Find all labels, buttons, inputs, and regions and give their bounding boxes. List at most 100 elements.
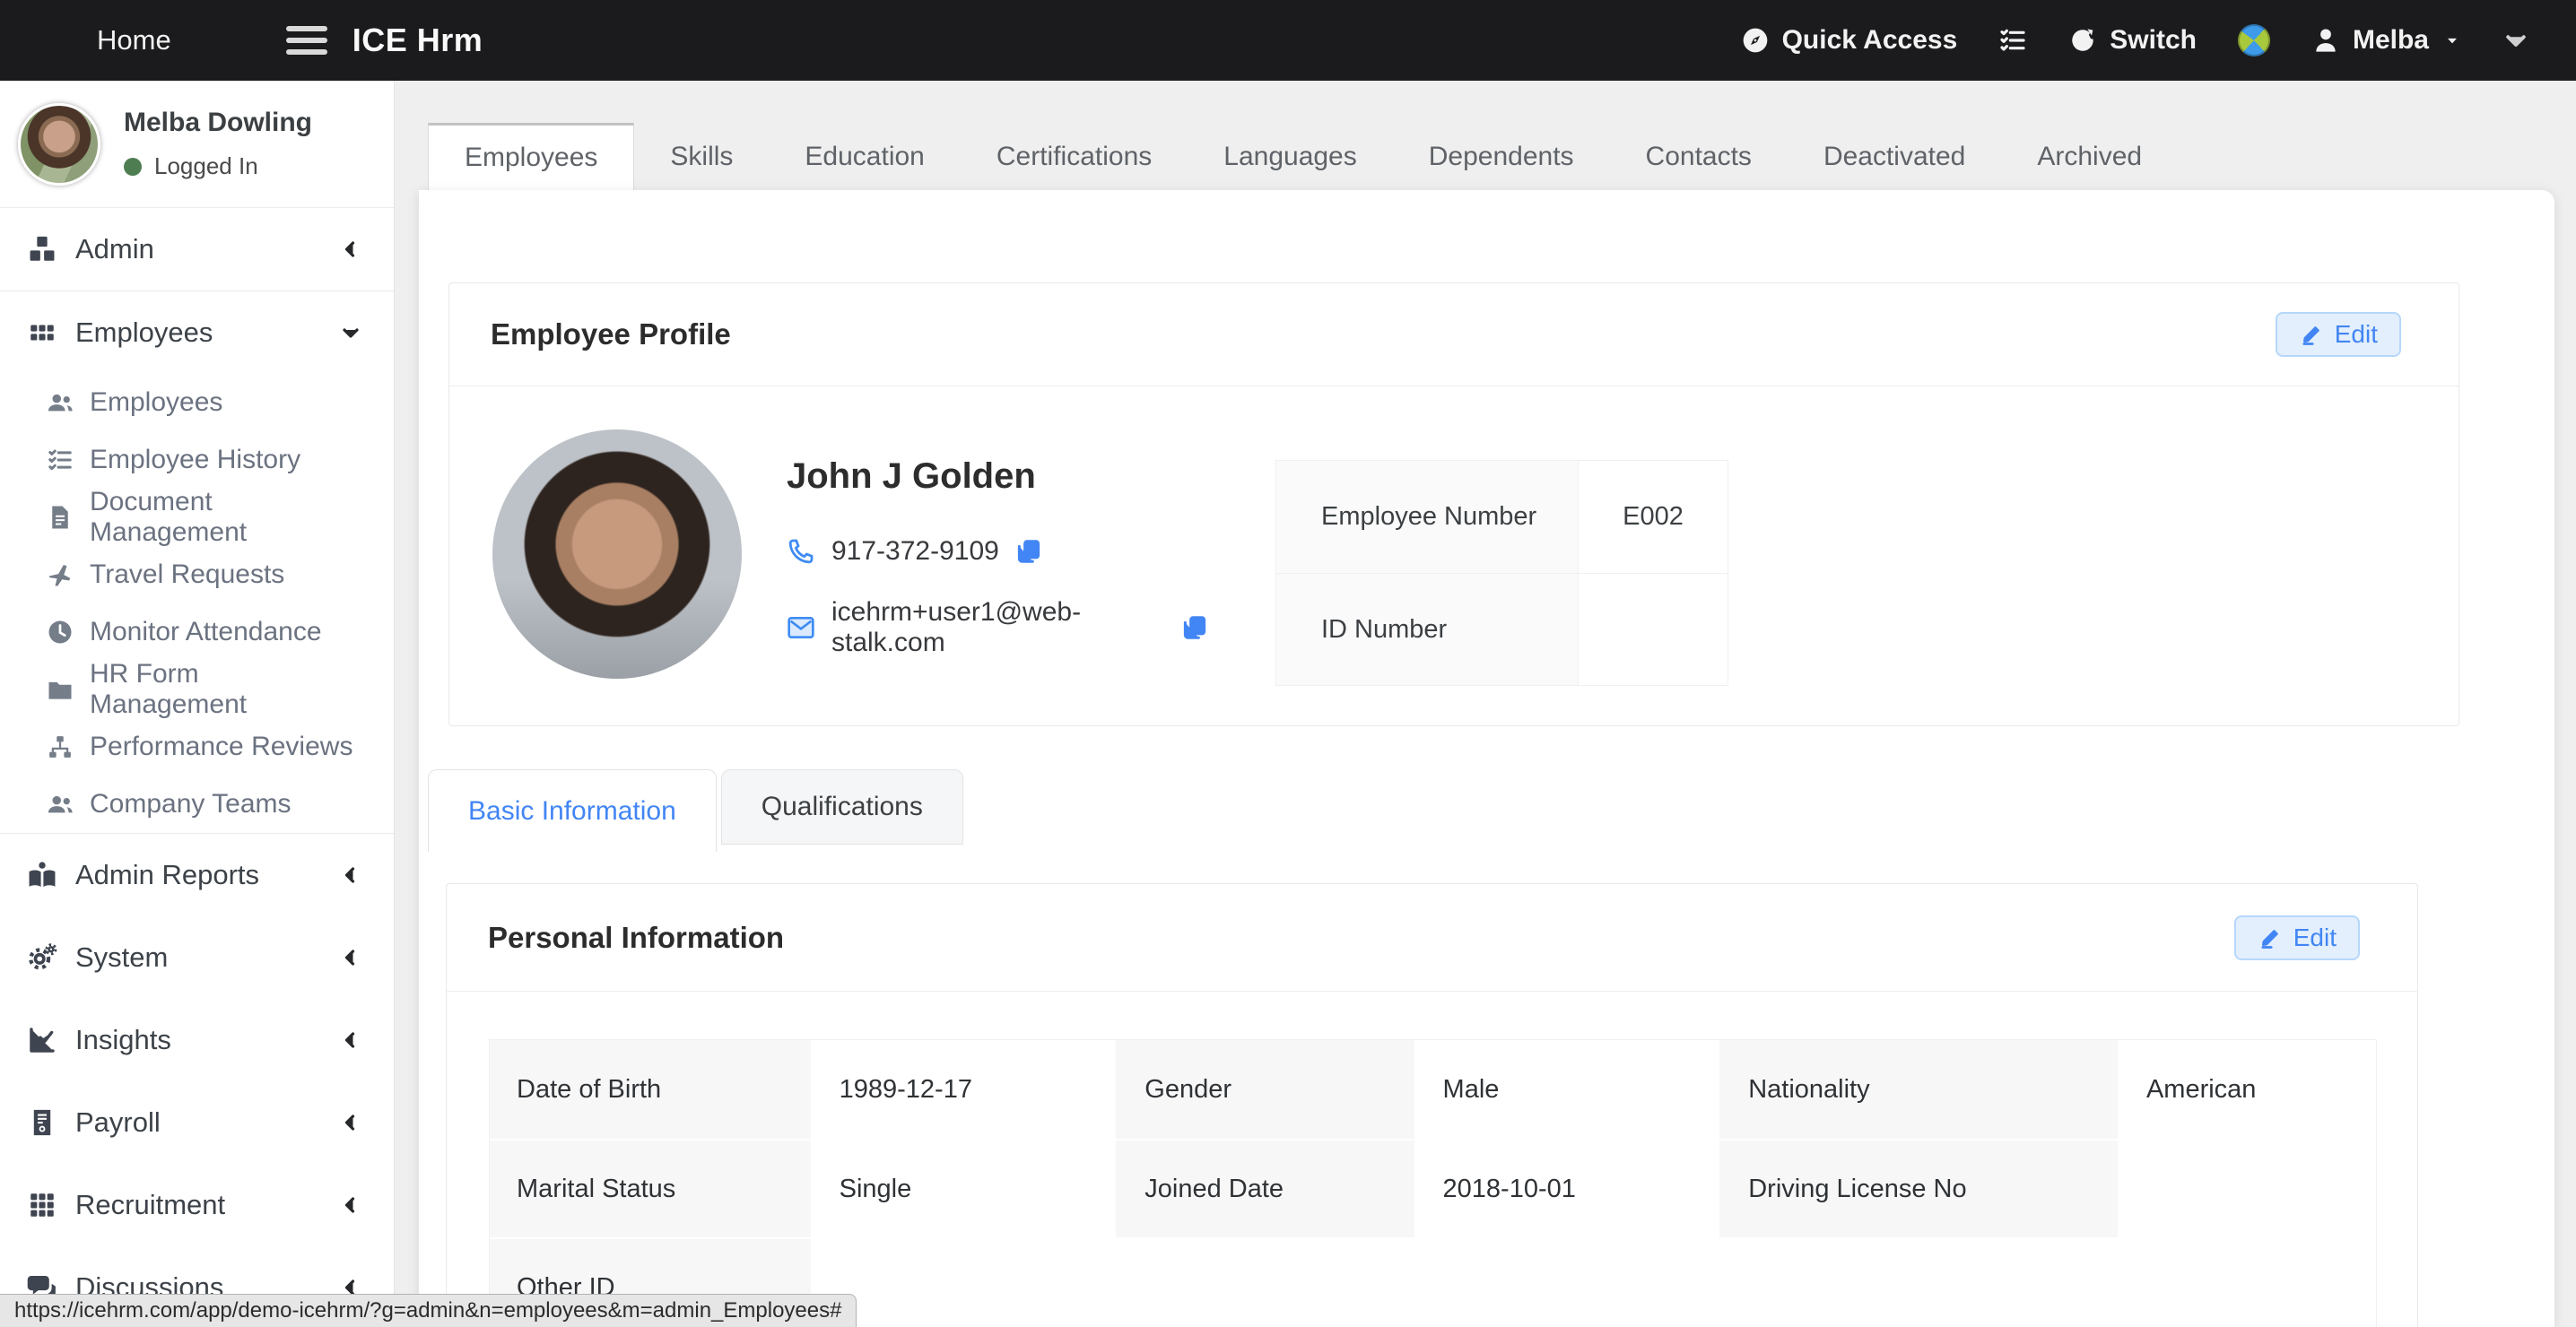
sidebar-user-card: Melba Dowling Logged In <box>0 81 394 208</box>
field-label-nationality: Nationality <box>1721 1040 2119 1139</box>
cubes-icon <box>27 234 57 265</box>
table-row: ID Number <box>1276 573 1727 685</box>
field-value-id-number <box>1579 574 1727 685</box>
tab-deactivated[interactable]: Deactivated <box>1788 123 2001 190</box>
user-menu[interactable]: Melba <box>2311 25 2461 56</box>
sidebar-subitem-document-management[interactable]: Document Management <box>0 489 394 546</box>
phone-icon <box>787 537 815 566</box>
chevron-left-icon <box>340 947 361 968</box>
sidebar-nav: Admin EmployeesEmployees Employee History D… <box>0 208 394 1327</box>
sidebar-subitem-hr-form-management[interactable]: HR Form Management <box>0 661 394 718</box>
sidebar-item-label: Performance Reviews <box>90 732 352 762</box>
sidebar-item-payroll[interactable]: Payroll <box>0 1081 394 1164</box>
copy-icon[interactable] <box>1015 538 1042 565</box>
rotate-icon <box>2068 26 2097 55</box>
tab-dependents[interactable]: Dependents <box>1393 123 1610 190</box>
tasks-button[interactable] <box>1998 26 2027 55</box>
employee-name: John J Golden <box>787 456 1208 497</box>
field-label-driving-license-no: Driving License No <box>1721 1141 2119 1237</box>
profile-edit-label: Edit <box>2335 320 2378 349</box>
field-value-employee-number: E002 <box>1579 461 1727 573</box>
tab-skills[interactable]: Skills <box>634 123 769 190</box>
chevron-down-icon[interactable] <box>2502 27 2529 54</box>
folder-icon <box>47 676 74 703</box>
field-label-joined-date: Joined Date <box>1118 1141 1415 1237</box>
table-row: Employee NumberE002 <box>1276 461 1727 573</box>
home-link[interactable]: Home <box>97 24 171 56</box>
chevron-left-icon <box>340 239 361 260</box>
sidebar: Melba Dowling Logged In AdminEmployeesEm… <box>0 81 395 1327</box>
subtab-basic-information[interactable]: Basic Information <box>428 769 717 852</box>
table-row: Date of Birth1989-12-17GenderMaleNationa… <box>490 1040 2376 1139</box>
switch-button[interactable]: Switch <box>2068 25 2197 56</box>
hamburger-icon[interactable] <box>286 26 327 55</box>
sidebar-item-admin[interactable]: Admin <box>0 208 394 291</box>
field-label-date-of-birth: Date of Birth <box>490 1040 813 1139</box>
profile-edit-button[interactable]: Edit <box>2276 312 2401 357</box>
sidebar-item-label: Company Teams <box>90 789 292 820</box>
sidebar-item-label: Recruitment <box>75 1189 225 1221</box>
topbar-actions: Quick Access Switch Melba <box>1741 24 2576 56</box>
tasks-icon <box>1998 26 2027 55</box>
employee-id-table: Employee NumberE002ID Number <box>1275 460 1728 686</box>
language-globe-icon[interactable] <box>2238 24 2270 56</box>
sidebar-subitem-travel-requests[interactable]: Travel Requests <box>0 546 394 603</box>
sidebar-subitem-employees[interactable]: Employees <box>0 374 394 431</box>
sidebar-item-label: Payroll <box>75 1106 161 1139</box>
chevron-left-icon <box>340 1112 361 1133</box>
compass-icon <box>1741 26 1770 55</box>
sidebar-item-admin-reports[interactable]: Admin Reports <box>0 834 394 916</box>
employee-phone: 917-372-9109 <box>831 536 999 567</box>
tab-certifications[interactable]: Certifications <box>961 123 1188 190</box>
users-icon <box>47 389 74 416</box>
grid-icon <box>27 317 57 348</box>
app-brand: ICE Hrm <box>352 22 483 59</box>
employee-email: icehrm+user1@web-stalk.com <box>831 597 1165 658</box>
personal-info-table: Date of Birth1989-12-17GenderMaleNationa… <box>489 1039 2377 1327</box>
caret-down-icon <box>2443 31 2461 49</box>
field-value-other-id <box>813 1239 2376 1327</box>
personal-edit-label: Edit <box>2293 924 2337 952</box>
sidebar-subitem-employee-history[interactable]: Employee History <box>0 431 394 489</box>
content-panel: Employee Profile Edit John J Golden 917-… <box>419 190 2554 1327</box>
field-label-gender: Gender <box>1118 1040 1415 1139</box>
user-menu-label: Melba <box>2353 25 2429 56</box>
sidebar-item-insights[interactable]: Insights <box>0 999 394 1081</box>
tab-education[interactable]: Education <box>769 123 960 190</box>
field-value-date-of-birth: 1989-12-17 <box>813 1040 1118 1139</box>
status-bar-url: https://icehrm.com/app/demo-icehrm/?g=ad… <box>0 1294 857 1327</box>
employee-profile-card: Employee Profile Edit John J Golden 917-… <box>448 282 2459 726</box>
copy-icon[interactable] <box>1181 614 1208 641</box>
personal-edit-button[interactable]: Edit <box>2234 915 2360 960</box>
field-value-nationality: American <box>2119 1040 2376 1139</box>
table-row: Marital StatusSingleJoined Date2018-10-0… <box>490 1139 2376 1237</box>
quick-access-label: Quick Access <box>1782 25 1958 56</box>
chevron-left-icon <box>340 1029 361 1051</box>
sidebar-item-label: Employee History <box>90 445 300 475</box>
employee-photo <box>492 429 742 679</box>
field-value-marital-status: Single <box>813 1141 1118 1237</box>
chart-line-icon <box>27 1025 57 1055</box>
quick-access-button[interactable]: Quick Access <box>1741 25 1958 56</box>
sidebar-item-recruitment[interactable]: Recruitment <box>0 1164 394 1246</box>
subtab-qualifications[interactable]: Qualifications <box>721 769 963 845</box>
phone-row: 917-372-9109 <box>787 536 1208 567</box>
person-icon <box>2311 26 2340 55</box>
sidebar-subitem-monitor-attendance[interactable]: Monitor Attendance <box>0 603 394 661</box>
sidebar-item-label: Admin Reports <box>75 859 259 891</box>
tab-archived[interactable]: Archived <box>2001 123 2178 190</box>
sidebar-subitem-company-teams[interactable]: Company Teams <box>0 776 394 833</box>
employee-profile-title: Employee Profile <box>491 317 731 351</box>
sidebar-item-employees[interactable]: Employees <box>0 291 394 374</box>
sidebar-subitem-performance-reviews[interactable]: Performance Reviews <box>0 718 394 776</box>
sidebar-item-system[interactable]: System <box>0 916 394 999</box>
status-url-text: https://icehrm.com/app/demo-icehrm/?g=ad… <box>14 1298 841 1323</box>
tab-languages[interactable]: Languages <box>1188 123 1392 190</box>
tab-contacts[interactable]: Contacts <box>1610 123 1788 190</box>
list-check-icon <box>47 447 74 473</box>
sidebar-item-label: HR Form Management <box>90 659 361 720</box>
sidebar-item-label: Admin <box>75 233 154 265</box>
user-avatar <box>18 103 100 186</box>
field-label-marital-status: Marital Status <box>490 1141 813 1237</box>
tab-employees[interactable]: Employees <box>428 123 634 190</box>
